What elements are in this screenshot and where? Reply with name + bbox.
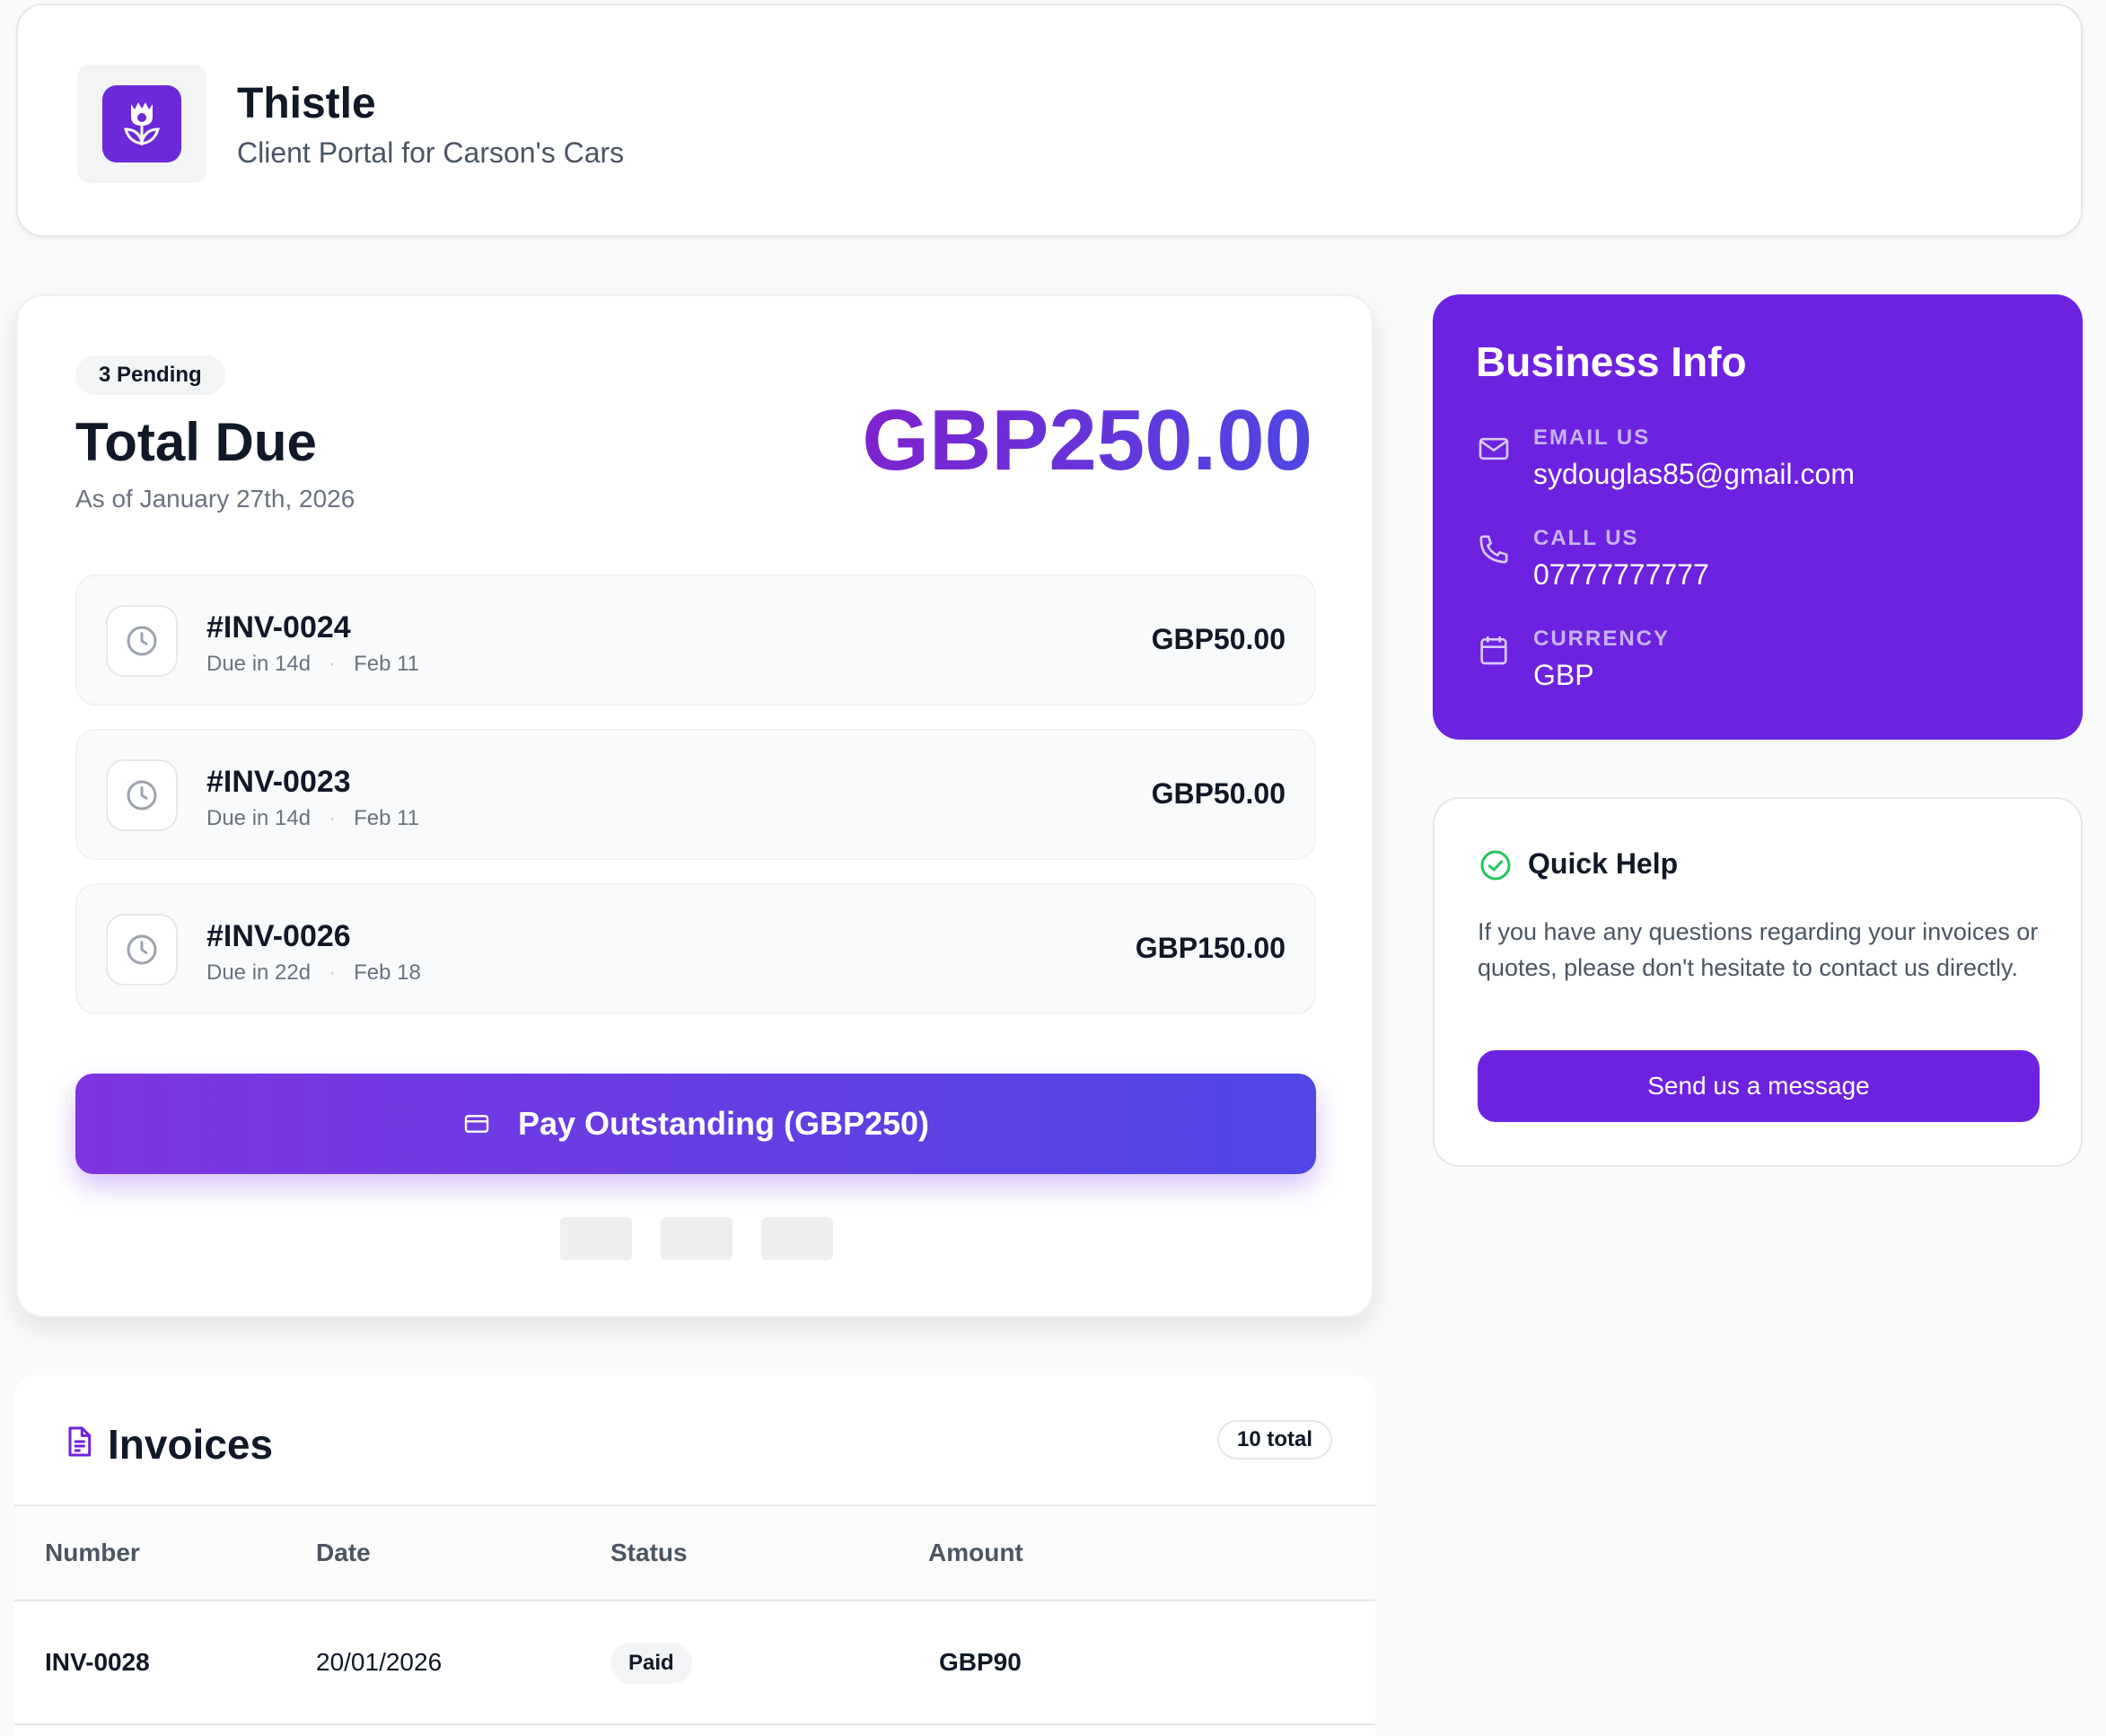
payment-method-logo xyxy=(560,1217,632,1260)
clock-icon xyxy=(106,605,178,677)
invoice-due-date: Feb 11 xyxy=(354,652,420,676)
pay-outstanding-label: Pay Outstanding (GBP250) xyxy=(517,1105,930,1142)
total-due-amount: GBP250.00 xyxy=(862,392,1312,488)
invoice-date-cell: 20/01/2026 xyxy=(316,1648,443,1676)
business-info-title: Business Info xyxy=(1476,338,1747,385)
brand-subtitle: Client Portal for Carson's Cars xyxy=(237,136,625,169)
thistle-logo-icon xyxy=(102,85,181,162)
invoice-due-text: Due in 22d xyxy=(206,960,312,985)
payment-method-logo xyxy=(761,1217,833,1260)
column-header-amount[interactable]: Amount xyxy=(928,1539,1023,1567)
mail-icon xyxy=(1476,431,1512,471)
clock-icon xyxy=(106,914,178,986)
phone-icon xyxy=(1476,531,1512,572)
invoice-amount-cell: GBP90 xyxy=(939,1648,1022,1676)
pending-invoice-row[interactable]: #INV-0026 Due in 22d · Feb 18 GBP150.00 xyxy=(75,883,1316,1014)
logo-container xyxy=(77,65,206,183)
invoices-table-header: Number Date Status Amount xyxy=(14,1504,1375,1601)
invoice-amount: GBP50.00 xyxy=(1151,623,1286,655)
invoice-amount: GBP50.00 xyxy=(1151,777,1286,810)
pay-outstanding-button[interactable]: Pay Outstanding (GBP250) xyxy=(75,1074,1316,1174)
total-due-title: Total Due xyxy=(75,412,317,472)
invoices-total-badge: 10 total xyxy=(1216,1420,1332,1460)
invoices-title: Invoices xyxy=(108,1421,274,1468)
invoice-due-date: Feb 18 xyxy=(354,960,421,985)
email-label: EMAIL US xyxy=(1533,425,1651,450)
total-due-card: 3 Pending Total Due As of January 27th, … xyxy=(16,294,1373,1318)
currency-label: CURRENCY xyxy=(1533,627,1671,651)
column-header-date[interactable]: Date xyxy=(316,1539,371,1567)
business-info-card: Business Info EMAIL US sydouglas85@gmail… xyxy=(1433,294,2083,740)
invoice-due-meta: Due in 22d · Feb 18 xyxy=(206,960,421,986)
invoice-amount: GBP150.00 xyxy=(1135,932,1286,964)
currency-value: GBP xyxy=(1533,659,1594,691)
document-icon xyxy=(61,1422,97,1466)
payment-method-logo xyxy=(661,1217,733,1260)
header-card: Thistle Client Portal for Carson's Cars xyxy=(16,4,2083,237)
quick-help-title: Quick Help xyxy=(1528,847,1679,880)
as-of-date: As of January 27th, 2026 xyxy=(75,485,355,513)
quick-help-text: If you have any questions regarding your… xyxy=(1478,918,2039,981)
send-message-button[interactable]: Send us a message xyxy=(1478,1050,2040,1122)
invoice-due-text: Due in 14d xyxy=(206,806,312,830)
clock-icon xyxy=(106,759,178,831)
column-header-number[interactable]: Number xyxy=(45,1539,140,1567)
calendar-icon xyxy=(1476,632,1512,672)
meta-separator: · xyxy=(329,806,337,830)
table-row[interactable]: INV-0028 20/01/2026 Paid GBP90 xyxy=(14,1601,1375,1725)
invoice-number-cell: INV-0028 xyxy=(45,1648,150,1676)
column-header-status[interactable]: Status xyxy=(610,1539,688,1567)
phone-value[interactable]: 07777777777 xyxy=(1533,558,1709,592)
invoices-section: Invoices 10 total Number Date Status Amo… xyxy=(14,1375,1375,1736)
quick-help-card: Quick Help If you have any questions reg… xyxy=(1433,797,2083,1167)
phone-label: CALL US xyxy=(1533,526,1639,550)
meta-separator: · xyxy=(329,960,337,985)
pending-invoice-row[interactable]: #INV-0024 Due in 14d · Feb 11 GBP50.00 xyxy=(75,574,1316,706)
meta-separator: · xyxy=(329,652,337,676)
invoice-due-meta: Due in 14d · Feb 11 xyxy=(206,806,419,831)
invoice-due-text: Due in 14d xyxy=(206,652,312,676)
invoice-due-date: Feb 11 xyxy=(354,806,420,830)
invoice-number: #INV-0026 xyxy=(206,919,351,953)
check-circle-icon xyxy=(1478,847,1514,888)
status-badge: Paid xyxy=(610,1643,692,1684)
client-portal-page: Thistle Client Portal for Carson's Cars … xyxy=(0,0,2106,1736)
invoice-number: #INV-0024 xyxy=(206,610,351,644)
pending-badge: 3 Pending xyxy=(75,355,225,395)
invoice-number: #INV-0023 xyxy=(206,765,351,799)
pending-invoice-row[interactable]: #INV-0023 Due in 14d · Feb 11 GBP50.00 xyxy=(75,729,1316,860)
credit-card-icon xyxy=(462,1109,491,1138)
brand-title: Thistle xyxy=(237,80,376,127)
email-value[interactable]: sydouglas85@gmail.com xyxy=(1533,458,1855,491)
invoice-due-meta: Due in 14d · Feb 11 xyxy=(206,652,419,677)
